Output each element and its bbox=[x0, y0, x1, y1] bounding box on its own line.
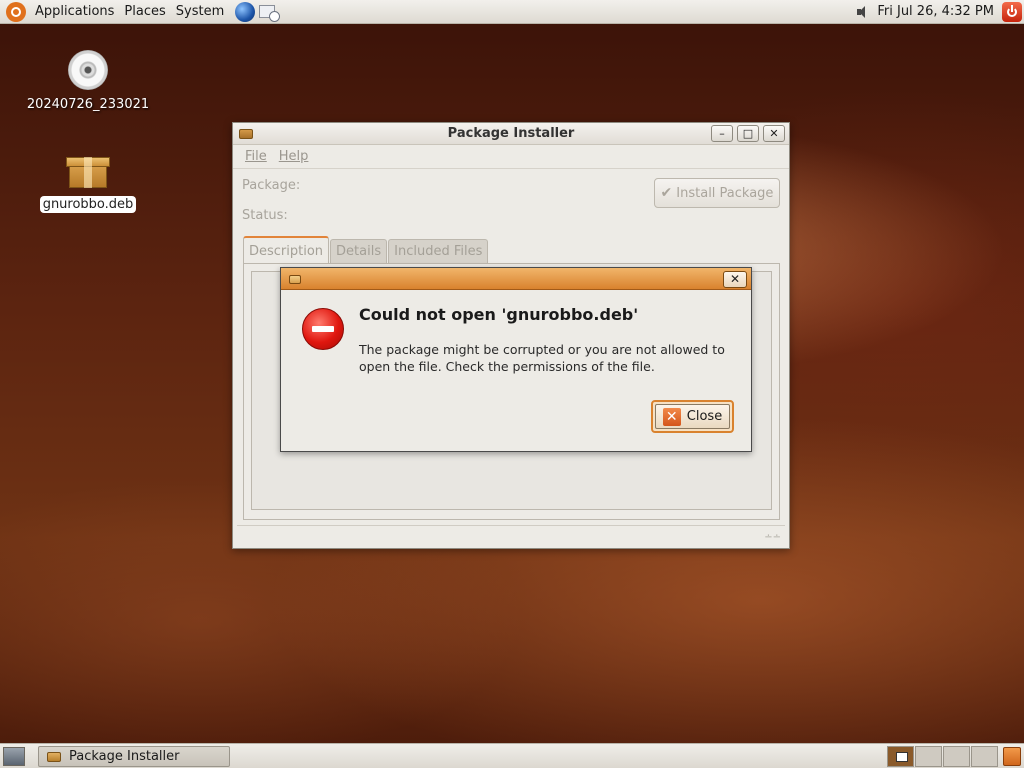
menu-applications[interactable]: Applications bbox=[30, 4, 119, 19]
desktop-icon-package[interactable]: gnurobbo.deb bbox=[23, 154, 153, 213]
install-package-button[interactable]: ✔ Install Package bbox=[654, 178, 780, 208]
dialog-close-label: Close bbox=[686, 409, 723, 424]
web-browser-icon[interactable] bbox=[235, 1, 256, 22]
error-dialog: ✕ Could not open 'gnurobbo.deb' The pack… bbox=[280, 267, 752, 452]
install-package-label: Install Package bbox=[676, 185, 774, 201]
workspace-switcher bbox=[887, 746, 999, 767]
panel-tray: Fri Jul 26, 4:32 PM bbox=[855, 0, 1024, 24]
taskbar-label: Package Installer bbox=[69, 749, 180, 764]
workspace-3[interactable] bbox=[943, 746, 970, 767]
cd-icon bbox=[68, 50, 108, 90]
package-label: Package: bbox=[242, 178, 301, 193]
close-icon: ✕ bbox=[662, 407, 681, 426]
window-statusbar: ∸∸ bbox=[237, 525, 785, 545]
package-installer-icon bbox=[47, 751, 61, 762]
clock-badge-icon bbox=[269, 10, 281, 22]
dialog-app-icon bbox=[289, 275, 301, 284]
minimize-button[interactable]: – bbox=[711, 125, 733, 142]
menu-file[interactable]: File bbox=[239, 149, 273, 164]
resize-grip-icon[interactable]: ∸∸ bbox=[764, 532, 781, 543]
taskbar-package-installer[interactable]: Package Installer bbox=[38, 746, 230, 767]
checkmark-icon: ✔ bbox=[660, 185, 673, 201]
tab-included-files[interactable]: Included Files bbox=[388, 239, 489, 263]
maximize-button[interactable]: □ bbox=[737, 125, 759, 142]
package-installer-icon bbox=[239, 128, 253, 139]
power-icon[interactable] bbox=[1002, 1, 1022, 22]
error-icon bbox=[302, 308, 344, 350]
tab-description[interactable]: Description bbox=[243, 236, 330, 264]
dialog-titlebar[interactable]: ✕ bbox=[281, 268, 751, 290]
window-menubar: File Help bbox=[233, 145, 789, 169]
mail-client-icon[interactable] bbox=[258, 2, 281, 22]
show-desktop-icon[interactable] bbox=[3, 747, 25, 766]
dialog-titlebar-close-button[interactable]: ✕ bbox=[723, 271, 747, 288]
status-label: Status: bbox=[242, 208, 288, 223]
panel-clock[interactable]: Fri Jul 26, 4:32 PM bbox=[877, 4, 994, 19]
desktop-icon-label: gnurobbo.deb bbox=[39, 196, 137, 213]
menu-system[interactable]: System bbox=[171, 4, 229, 19]
bottom-panel: Package Installer bbox=[0, 743, 1024, 768]
workspace-1[interactable] bbox=[887, 746, 914, 767]
tab-details[interactable]: Details bbox=[330, 239, 388, 263]
workspace-4[interactable] bbox=[971, 746, 998, 767]
tab-bar: Description Details Included Files bbox=[243, 236, 489, 264]
desktop-icon-cd[interactable]: 20240726_233021 bbox=[23, 50, 153, 113]
package-icon bbox=[66, 154, 110, 188]
window-close-button[interactable]: ✕ bbox=[763, 125, 785, 142]
dialog-message: The package might be corrupted or you ar… bbox=[359, 342, 725, 374]
desktop-icon-label: 20240726_233021 bbox=[26, 97, 150, 112]
ubuntu-logo-icon[interactable] bbox=[6, 1, 26, 22]
dialog-heading: Could not open 'gnurobbo.deb' bbox=[359, 305, 639, 324]
menu-places[interactable]: Places bbox=[119, 4, 170, 19]
window-title: Package Installer bbox=[447, 126, 575, 141]
workspace-2[interactable] bbox=[915, 746, 942, 767]
window-titlebar[interactable]: Package Installer – □ ✕ bbox=[233, 123, 789, 145]
dialog-close-button[interactable]: ✕ Close bbox=[651, 400, 734, 433]
trash-icon[interactable] bbox=[1003, 747, 1021, 766]
menu-help[interactable]: Help bbox=[273, 149, 315, 164]
top-panel: Applications Places System Fri Jul 26, 4… bbox=[0, 0, 1024, 24]
volume-icon[interactable] bbox=[855, 4, 873, 20]
